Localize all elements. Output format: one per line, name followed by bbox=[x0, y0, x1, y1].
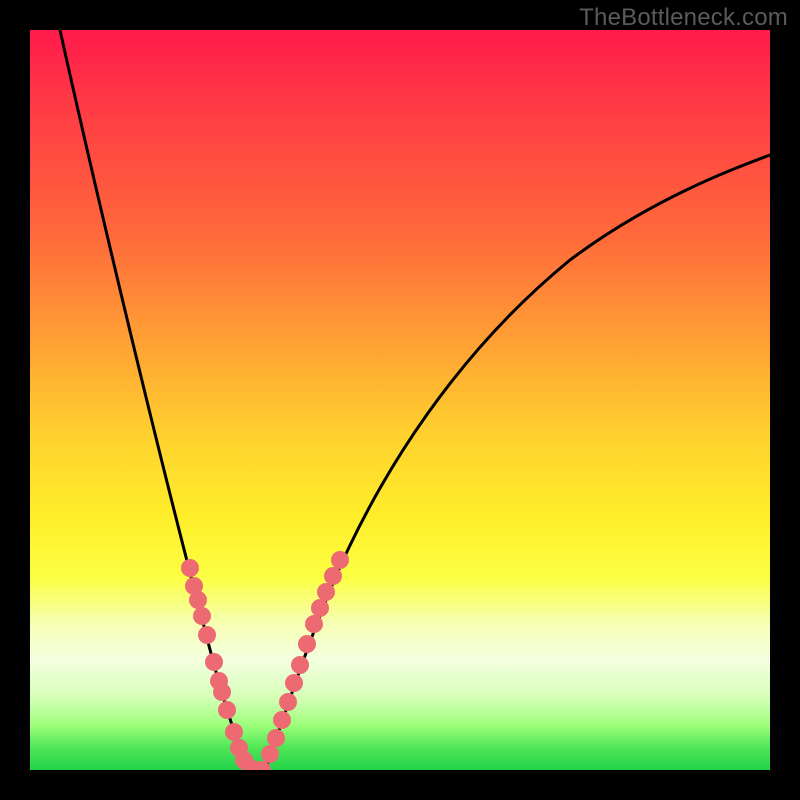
data-marker bbox=[331, 551, 349, 569]
marker-group bbox=[181, 551, 349, 770]
data-marker bbox=[218, 701, 236, 719]
watermark-label: TheBottleneck.com bbox=[579, 4, 788, 32]
data-marker bbox=[205, 653, 223, 671]
data-marker bbox=[291, 656, 309, 674]
data-marker bbox=[324, 567, 342, 585]
curve-layer bbox=[30, 30, 770, 770]
data-marker bbox=[305, 615, 323, 633]
data-marker bbox=[198, 626, 216, 644]
data-marker bbox=[213, 683, 231, 701]
data-marker bbox=[285, 674, 303, 692]
data-marker bbox=[261, 745, 279, 763]
data-marker bbox=[273, 711, 291, 729]
data-marker bbox=[193, 607, 211, 625]
data-marker bbox=[181, 559, 199, 577]
data-marker bbox=[267, 729, 285, 747]
data-marker bbox=[298, 635, 316, 653]
plot-area bbox=[30, 30, 770, 770]
right-curve bbox=[265, 155, 770, 770]
data-marker bbox=[189, 591, 207, 609]
data-marker bbox=[311, 599, 329, 617]
data-marker bbox=[317, 583, 335, 601]
data-marker bbox=[225, 723, 243, 741]
chart-frame: TheBottleneck.com bbox=[0, 0, 800, 800]
data-marker bbox=[279, 693, 297, 711]
